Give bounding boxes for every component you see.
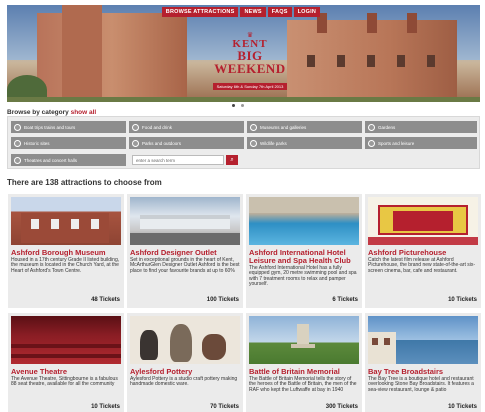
- castle-left-wing: [37, 13, 187, 102]
- carousel-dot[interactable]: [232, 104, 235, 107]
- attraction-title[interactable]: Avenue Theatre: [11, 368, 67, 376]
- ticket-count: 100 Tickets: [206, 297, 239, 303]
- attraction-title[interactable]: Ashford Borough Museum: [11, 249, 106, 257]
- attraction-title[interactable]: Ashford Designer Outlet: [130, 249, 217, 257]
- event-logo: ♛ KENT BIG WEEKEND Saturday 6th & Sunday…: [200, 32, 300, 93]
- attraction-image: [130, 316, 240, 364]
- event-title-line2: BIG WEEKEND: [214, 48, 286, 76]
- attraction-description: The Ashford International Hotel has a fu…: [249, 265, 357, 288]
- search-input[interactable]: enter a search term: [132, 155, 224, 165]
- nav-news[interactable]: NEWS: [240, 7, 266, 17]
- browse-heading: Browse by category show all: [7, 109, 96, 116]
- category-wildlife[interactable]: Wildlife parks: [247, 137, 362, 149]
- radio-icon: [132, 139, 139, 147]
- category-label: Boat trips trains and tours: [24, 124, 76, 130]
- radio-icon: [368, 123, 375, 131]
- castle-window: [367, 55, 375, 67]
- attraction-card[interactable]: Bay Tree Broadstairs The Bay Tree is a b…: [365, 313, 481, 412]
- radio-icon: [14, 123, 21, 131]
- attraction-image: [249, 197, 359, 245]
- category-boat-trips[interactable]: Boat trips trains and tours: [11, 121, 126, 133]
- results-count: There are 138 attractions to choose from: [7, 178, 162, 187]
- attraction-card[interactable]: Ashford Picturehouse Catch the latest fi…: [365, 194, 481, 308]
- castle-tower: [62, 5, 102, 102]
- carousel-dots: [232, 104, 244, 107]
- category-gardens[interactable]: Gardens: [365, 121, 477, 133]
- radio-icon: [132, 123, 139, 131]
- radio-icon: [14, 139, 21, 147]
- attraction-image: [11, 197, 121, 245]
- radio-icon: [14, 156, 21, 164]
- attraction-description: The Battle of Britain Memorial tells the…: [249, 376, 357, 393]
- event-date: Saturday 6th & Sunday 7th April 2013: [212, 83, 288, 90]
- category-parks[interactable]: Parks and outdoors: [129, 137, 244, 149]
- attraction-title[interactable]: Ashford International Hotel Leisure and …: [249, 249, 362, 264]
- ticket-count: 70 Tickets: [210, 404, 239, 410]
- radio-icon: [250, 123, 257, 131]
- attraction-description: The Avenue Theatre, Sittingbourne is a f…: [11, 376, 118, 388]
- ticket-count: 10 Tickets: [448, 297, 477, 303]
- attraction-image: [249, 316, 359, 364]
- radio-icon: [250, 139, 257, 147]
- ticket-count: 48 Tickets: [91, 297, 120, 303]
- attraction-card[interactable]: Battle of Britain Memorial The Battle of…: [246, 313, 362, 412]
- category-label: Gardens: [378, 124, 396, 130]
- attraction-description: Housed in a 17th century Grade II listed…: [11, 257, 120, 274]
- category-sports[interactable]: Sports and leisure: [365, 137, 477, 149]
- nav-login[interactable]: LOGIN: [293, 7, 320, 17]
- search-button[interactable]: ⌕: [226, 155, 238, 165]
- attraction-title[interactable]: Bay Tree Broadstairs: [368, 368, 443, 376]
- search-icon: ⌕: [230, 157, 234, 163]
- castle-window: [397, 55, 405, 67]
- category-label: Museums and galleries: [260, 124, 307, 130]
- category-label: Theatres and concert halls: [24, 157, 78, 163]
- ground: [7, 97, 480, 102]
- attraction-description: Aylesford Pottery is a studio craft pott…: [130, 376, 238, 388]
- carousel-dot[interactable]: [241, 104, 244, 107]
- attraction-title[interactable]: Ashford Picturehouse: [368, 249, 446, 257]
- category-label: Food and drink: [142, 124, 173, 130]
- chimney: [407, 13, 417, 33]
- radio-icon: [368, 139, 375, 147]
- castle-window: [307, 55, 315, 67]
- category-museums[interactable]: Museums and galleries: [247, 121, 362, 133]
- attraction-image: [11, 316, 121, 364]
- attraction-image: [130, 197, 240, 245]
- castle-window: [427, 55, 435, 67]
- attraction-card[interactable]: Aylesford Pottery Aylesford Pottery is a…: [127, 313, 243, 412]
- attraction-title[interactable]: Battle of Britain Memorial: [249, 368, 340, 376]
- ticket-count: 10 Tickets: [91, 404, 120, 410]
- attraction-description: The Bay Tree is a boutique hotel and res…: [368, 376, 474, 393]
- attraction-image: [368, 316, 478, 364]
- category-historic-sites[interactable]: Historic sites: [11, 137, 126, 149]
- category-label: Sports and leisure: [378, 140, 415, 146]
- ticket-count: 10 Tickets: [448, 404, 477, 410]
- castle-window: [337, 55, 345, 67]
- category-label: Historic sites: [24, 140, 50, 146]
- attraction-description: Set in exceptional grounds in the heart …: [130, 257, 240, 274]
- attraction-card[interactable]: Ashford Borough Museum Housed in a 17th …: [8, 194, 124, 308]
- category-label: Wildlife parks: [260, 140, 287, 146]
- attraction-title[interactable]: Aylesford Pottery: [130, 368, 192, 376]
- attraction-card[interactable]: Ashford Designer Outlet Set in exception…: [127, 194, 243, 308]
- category-theatres[interactable]: Theatres and concert halls: [11, 154, 126, 166]
- attraction-image: [368, 197, 478, 245]
- attraction-description: Catch the latest film release at Ashford…: [368, 257, 475, 274]
- nav-faqs[interactable]: FAQS: [267, 7, 292, 17]
- show-all-link[interactable]: show all: [71, 109, 97, 116]
- chimney: [367, 13, 377, 33]
- ticket-count: 6 Tickets: [332, 297, 358, 303]
- category-food-drink[interactable]: Food and drink: [129, 121, 244, 133]
- browse-label: Browse by category: [7, 109, 69, 116]
- category-label: Parks and outdoors: [142, 140, 182, 146]
- attraction-card[interactable]: Ashford International Hotel Leisure and …: [246, 194, 362, 308]
- hero-banner: BROWSE ATTRACTIONS NEWS FAQS LOGIN ♛ KEN…: [7, 5, 480, 102]
- nav-browse-attractions[interactable]: BROWSE ATTRACTIONS: [161, 7, 239, 17]
- attraction-card[interactable]: Avenue Theatre The Avenue Theatre, Sitti…: [8, 313, 124, 412]
- category-grid: Boat trips trains and tours Food and dri…: [7, 116, 480, 169]
- top-navigation: BROWSE ATTRACTIONS NEWS FAQS LOGIN: [161, 7, 320, 17]
- ticket-count: 300 Tickets: [325, 404, 358, 410]
